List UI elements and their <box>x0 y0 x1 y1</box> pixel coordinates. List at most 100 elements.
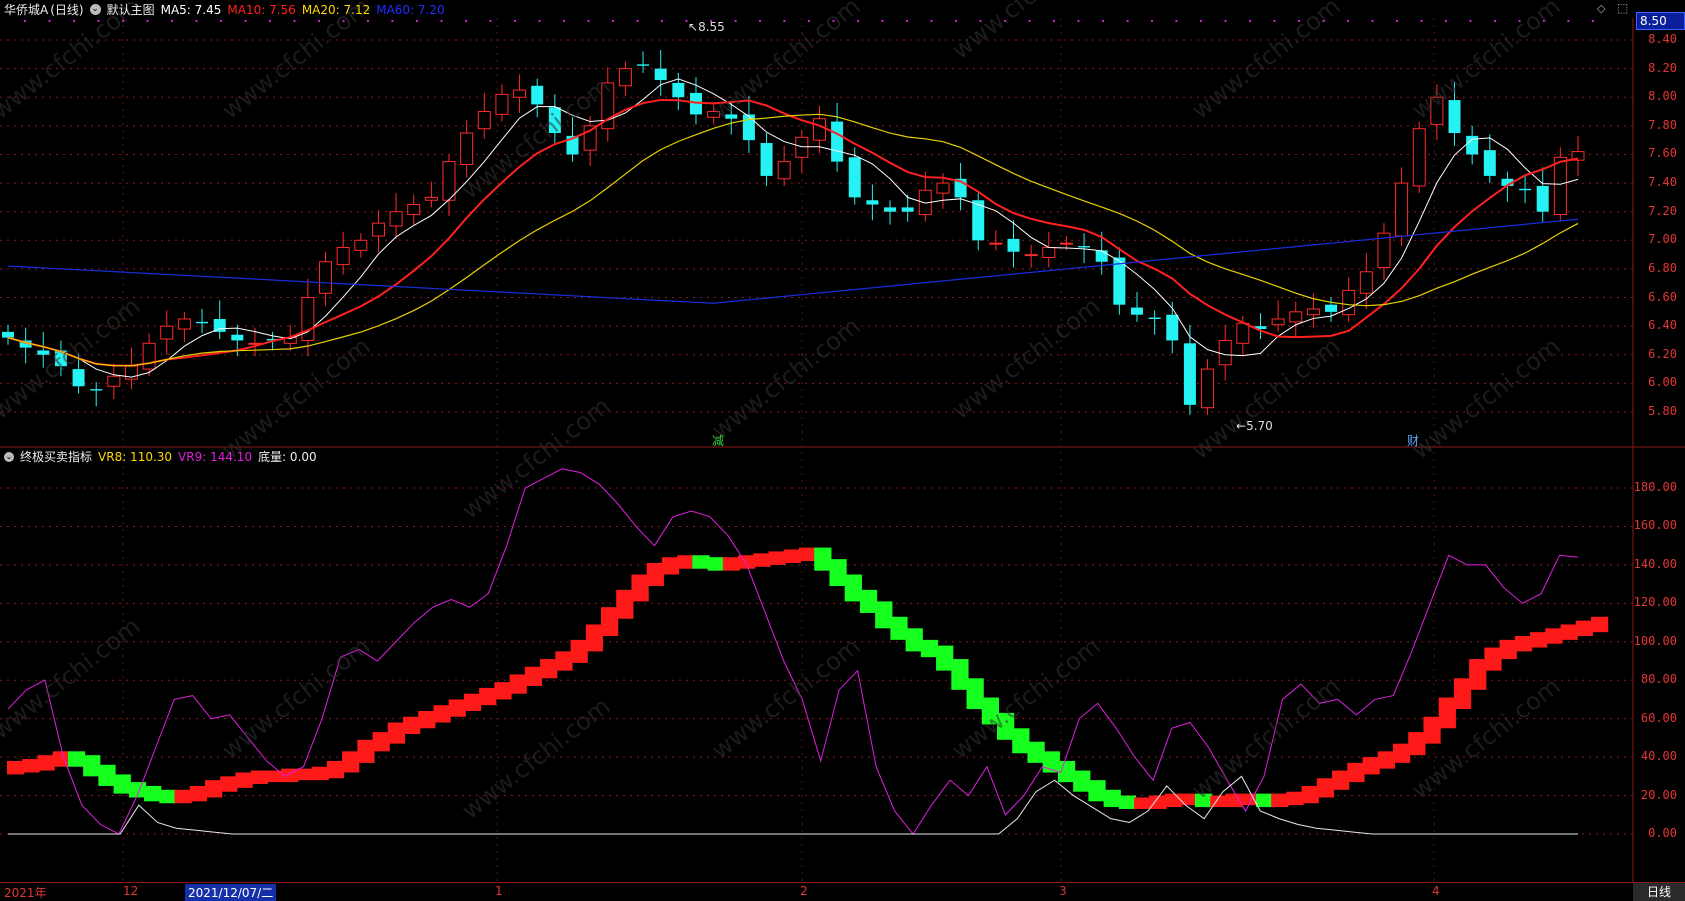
watermark-text: www.cfchi.com <box>1406 0 1565 125</box>
watermark-text: www.cfchi.com <box>456 392 615 525</box>
signal-dot <box>1273 20 1276 22</box>
signal-dot <box>881 20 884 22</box>
vr8-block <box>905 628 923 652</box>
candle-down <box>72 369 85 387</box>
vr8-block <box>1255 793 1274 808</box>
candle-down <box>831 121 844 162</box>
vr8-block <box>372 732 390 752</box>
vr8-block <box>433 705 451 723</box>
signal-dot <box>1567 20 1570 22</box>
vr8-block <box>1103 789 1121 808</box>
vr8-block <box>463 693 482 711</box>
candle-down <box>637 64 650 66</box>
bottom-vol-label: 底量: 0.00 <box>258 450 317 464</box>
signal-dot <box>734 20 737 22</box>
signal-dot <box>489 20 492 22</box>
current-price-tag: 8.50 <box>1636 12 1685 30</box>
vr8-block <box>890 616 908 640</box>
vr8-block <box>235 772 253 788</box>
signal-dot <box>391 20 394 22</box>
chevron-down-icon[interactable]: ⌄ <box>4 451 14 462</box>
event-mark-finance[interactable]: 财 <box>1407 432 1419 449</box>
high-annotation: ↖8.55 <box>688 20 725 34</box>
signal-dot <box>146 20 149 22</box>
candle-down <box>1166 314 1179 341</box>
vr8-block <box>37 755 55 771</box>
candle-up <box>1306 308 1320 316</box>
vr8-block <box>1408 732 1426 756</box>
indicator-name[interactable]: 终极买卖指标 <box>20 448 92 465</box>
signal-dot <box>171 20 173 22</box>
price-tick-label: 8.40 <box>1648 32 1677 46</box>
vr8-block <box>1362 757 1380 775</box>
high-annotation-value: 8.55 <box>698 20 725 34</box>
vr8-block <box>418 710 436 729</box>
candle-down <box>1448 100 1461 133</box>
vr8-block <box>189 785 207 802</box>
signal-dot <box>563 20 565 22</box>
price-tick-label: 7.60 <box>1648 146 1677 161</box>
signal-dot <box>73 20 75 22</box>
candle-up <box>107 375 121 387</box>
vr8-block <box>1179 793 1197 806</box>
vr8-block <box>1118 795 1137 810</box>
candle-up <box>1395 182 1409 237</box>
vr8-block <box>1088 780 1106 802</box>
diamond-icon[interactable]: ◇ <box>1597 2 1605 15</box>
candle-up <box>1042 246 1056 258</box>
vr8-block <box>783 549 801 563</box>
vr8-block <box>494 682 512 700</box>
vr8-block <box>67 751 86 767</box>
price-tick-label: 7.80 <box>1648 117 1677 132</box>
vr8-block <box>707 557 725 571</box>
indicator-tick-label: 40.00 <box>1640 749 1677 764</box>
indicator-tick-label: 180.00 <box>1633 480 1677 494</box>
vr8-block <box>220 776 238 792</box>
x-label-3: 3 <box>1059 884 1067 898</box>
period-button[interactable]: 日线 <box>1633 883 1685 901</box>
chevron-down-icon[interactable]: ⌄ <box>89 4 101 15</box>
vr8-block <box>159 789 177 804</box>
signal-dot <box>1249 20 1251 22</box>
price-tick-label: 8.00 <box>1648 89 1677 104</box>
vr8-block <box>1164 793 1182 808</box>
signal-dot <box>416 20 418 22</box>
vr8-block <box>1286 791 1304 806</box>
candle-down <box>884 207 897 212</box>
collapse-icon[interactable]: ⬚ <box>1617 1 1628 15</box>
vr8-block <box>448 699 466 717</box>
candle-up <box>1342 289 1356 316</box>
indicator-tick-label: 80.00 <box>1640 672 1677 687</box>
candle-up <box>177 318 191 330</box>
signal-dot <box>440 20 443 22</box>
ma60-label: MA60: 7.20 <box>376 2 445 17</box>
vr8-block <box>768 551 786 565</box>
main-chart-header: 华侨城A (日线) ⌄ 默认主图 MA5: 7.45 MA10: 7.56 MA… <box>4 1 445 18</box>
watermark-text: www.cfchi.com <box>706 312 865 445</box>
candle-up <box>618 68 632 87</box>
event-mark-reduce[interactable]: 减 <box>712 432 724 449</box>
price-tick-label: 6.60 <box>1648 289 1677 304</box>
x-axis-bar[interactable]: 2021年 12 1 2 3 4 2021/12/07/二 日线 <box>0 882 1685 901</box>
watermark-text: www.cfchi.com <box>0 612 145 745</box>
signal-dot <box>759 20 761 22</box>
vr8-block <box>509 674 527 694</box>
vr8-block <box>814 547 832 571</box>
candle-down <box>196 321 209 324</box>
signal-dot <box>1200 20 1202 22</box>
vr8-block <box>1484 647 1502 671</box>
vr8-block <box>1027 741 1045 763</box>
indicator-tick-label: 0.00 <box>1648 826 1677 840</box>
vr8-block <box>1012 728 1030 754</box>
vr8-block <box>753 553 771 567</box>
watermark-text: www.cfchi.com <box>0 292 145 425</box>
ma5-label: MA5: 7.45 <box>160 2 222 17</box>
vr8-block <box>738 555 756 569</box>
candle-up <box>389 211 403 227</box>
vr8-block <box>1301 785 1319 804</box>
x-label-2021: 2021年 <box>4 886 47 900</box>
signal-dot <box>1077 20 1080 22</box>
main-chart-label[interactable]: 默认主图 <box>107 1 155 18</box>
candle-up <box>1201 368 1215 409</box>
candle-down <box>1078 246 1091 248</box>
